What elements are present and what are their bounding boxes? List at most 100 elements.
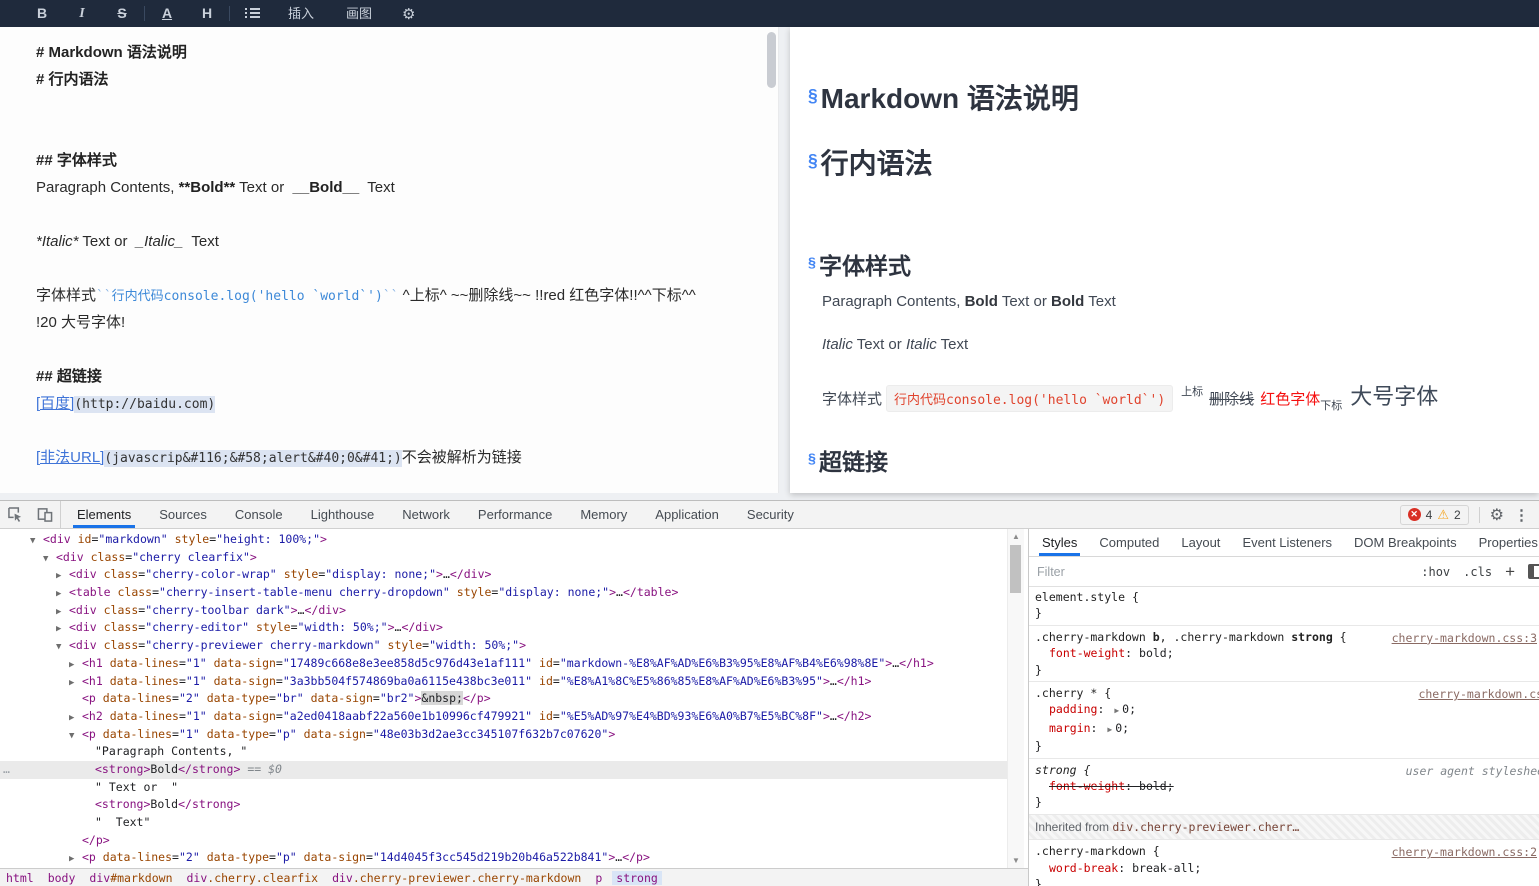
toggle-hover-state-button[interactable]: :hov [1421,565,1450,579]
dom-tree-node[interactable]: ▼<div class="cherry clearfix"> [0,549,1008,567]
dom-tree-node[interactable]: ▶<div class="cherry-editor" style="width… [0,619,1008,637]
new-style-rule-button[interactable]: + [1505,562,1515,582]
dom-tree-node[interactable]: ▶<h2 data-lines="1" data-sign="a2ed0418a… [0,708,1008,726]
inherited-from-separator: Inherited from div.cherry-previewer.cher… [1029,815,1539,840]
italic-button[interactable]: I [62,0,102,27]
dom-tree-node[interactable]: "Paragraph Contents, " [0,743,1008,761]
dom-tree-node[interactable]: ▶<div class="cherry-toolbar dark">…</div… [0,602,1008,620]
anchor-icon[interactable]: § [808,85,818,105]
dom-tree-node[interactable]: ▶<h1 data-lines="1" data-sign="3a3bb504f… [0,673,1008,691]
devtools-tab-network[interactable]: Network [388,501,464,528]
dom-tree-node[interactable]: ▶<table class="cherry-insert-table-menu … [0,584,1008,602]
stylesheet-source-link[interactable]: cherry-markdown.css:3 [1392,630,1537,646]
inherited-node-link[interactable]: div.cherry-previewer.cherr… [1112,820,1299,834]
breadcrumb-item[interactable]: div.cherry.clearfix [187,871,319,885]
styles-tab-dom-breakpoints[interactable]: DOM Breakpoints [1343,529,1468,556]
stylesheet-source-link[interactable]: user agent stylesheet [1406,763,1539,779]
dom-token: </p> [82,833,110,847]
breadcrumb-item[interactable]: div#markdown [89,871,172,885]
devtools-tab-console[interactable]: Console [221,501,297,528]
styles-tab-layout[interactable]: Layout [1170,529,1231,556]
styles-tab-properties[interactable]: Properties [1468,529,1539,556]
editor-scrollbar-thumb[interactable] [767,32,776,88]
css-selector: { [1125,590,1139,604]
stylesheet-source-link[interactable]: cherry-markdown.css [1418,686,1539,702]
dom-token: = [553,709,560,723]
css-rule[interactable]: .cherry-markdown {word-break: break-all;… [1029,840,1539,886]
dom-token: </table> [623,585,678,599]
styles-filter-bar: Filter :hov .cls + [1029,557,1539,587]
dom-tree-node[interactable]: <p data-lines="2" data-type="br" data-si… [0,690,1008,708]
css-property[interactable]: padding: ▶0; [1035,701,1533,719]
dom-tree-node[interactable]: ▼<div class="cherry-previewer cherry-mar… [0,637,1008,655]
css-property[interactable]: word-break: break-all; [1035,860,1533,876]
list-button[interactable] [232,0,272,27]
styles-tab-event-listeners[interactable]: Event Listeners [1231,529,1343,556]
node-more-icon[interactable]: … [3,761,10,779]
css-property[interactable]: font-weight: bold; [1035,778,1533,794]
dom-token: data-sign [304,727,366,741]
draw-button[interactable]: 画图 [330,0,388,27]
expand-shorthand-icon[interactable]: ▶ [1107,725,1112,734]
editor-line-link-demo: [百度](http://baidu.com) [36,390,778,417]
dom-tree-node[interactable]: <strong>Bold</strong> [0,796,1008,814]
dom-token: data-sign [214,656,276,670]
dom-token: " Text or " [95,780,178,794]
breadcrumb-item[interactable]: div.cherry-previewer.cherry-markdown [332,871,581,885]
header-button[interactable]: H [187,0,227,27]
font-color-button[interactable]: A [147,0,187,27]
anchor-icon[interactable]: § [808,255,816,271]
devtools-menu-icon[interactable]: ⋮ [1514,506,1529,524]
styles-tab-styles[interactable]: Styles [1031,529,1088,556]
sidebar-layout-icon[interactable] [1528,564,1539,579]
devtools-tab-application[interactable]: Application [641,501,733,528]
dom-tree-node[interactable]: ▶<p data-lines="2" data-type="p" data-si… [0,849,1008,867]
strikethrough-button[interactable]: S [102,0,142,27]
css-rule[interactable]: .cherry * {padding: ▶0;margin: ▶0;}cherr… [1029,682,1539,759]
elements-scrollbar[interactable]: ▲ ▼ [1007,529,1024,868]
dom-tree-node[interactable]: </p> [0,832,1008,850]
devtools-tab-memory[interactable]: Memory [566,501,641,528]
devtools-settings-gear-icon[interactable]: ⚙ [1490,505,1504,525]
bold-button[interactable]: B [22,0,62,27]
breadcrumb-item[interactable]: html [6,871,34,885]
devtools-tab-lighthouse[interactable]: Lighthouse [297,501,389,528]
devtools-tab-elements[interactable]: Elements [63,501,145,528]
css-property[interactable]: font-weight: bold; [1035,645,1533,661]
styles-tab-computed[interactable]: Computed [1088,529,1170,556]
anchor-icon[interactable]: § [808,150,818,170]
dom-tree-node[interactable]: ▼<p data-lines="1" data-type="p" data-si… [0,726,1008,744]
devtools-tab-security[interactable]: Security [733,501,808,528]
css-selector: element.style [1035,590,1125,604]
issues-badge[interactable]: ✕ 4 ⚠ 2 [1400,505,1469,525]
stylesheet-source-link[interactable]: cherry-markdown.css:2 [1392,844,1537,860]
devtools-tab-performance[interactable]: Performance [464,501,566,528]
breadcrumb-item[interactable]: body [48,871,76,885]
css-rule[interactable]: .cherry-markdown b, .cherry-markdown str… [1029,626,1539,682]
dom-tree-node[interactable]: " Text or " [0,779,1008,797]
insert-button[interactable]: 插入 [272,0,330,27]
filter-input[interactable]: Filter [1037,565,1065,579]
markdown-editor[interactable]: # Markdown 语法说明 # 行内语法 ## 字体样式 Paragraph… [0,27,779,493]
scroll-up-icon[interactable]: ▲ [1008,532,1024,541]
elements-scrollbar-thumb[interactable] [1010,545,1021,593]
scroll-down-icon[interactable]: ▼ [1008,856,1024,865]
toggle-class-button[interactable]: .cls [1463,565,1492,579]
inspect-element-icon[interactable] [0,501,30,528]
breadcrumb-item[interactable]: strong [612,871,662,885]
dom-tree-node[interactable]: ▶<div class="cherry-color-wrap" style="d… [0,566,1008,584]
breadcrumb-item[interactable]: p [595,871,602,885]
dom-tree-node[interactable]: " Text" [0,814,1008,832]
dom-tree-node[interactable]: …<strong>Bold</strong> == $0 [0,761,1008,779]
css-property[interactable]: margin: ▶0; [1035,720,1533,738]
device-toolbar-icon[interactable] [30,501,60,528]
settings-gear-icon[interactable]: ⚙ [388,5,429,23]
dom-token: <div [69,603,104,617]
devtools-tab-sources[interactable]: Sources [145,501,221,528]
dom-tree-node[interactable]: ▼<div id="markdown" style="height: 100%;… [0,531,1008,549]
anchor-icon[interactable]: § [808,451,816,467]
dom-tree-node[interactable]: ▶<h1 data-lines="1" data-sign="17489c668… [0,655,1008,673]
css-rule[interactable]: element.style {} [1029,586,1539,626]
css-rule[interactable]: strong {font-weight: bold;}user agent st… [1029,759,1539,815]
expand-shorthand-icon[interactable]: ▶ [1114,706,1119,715]
